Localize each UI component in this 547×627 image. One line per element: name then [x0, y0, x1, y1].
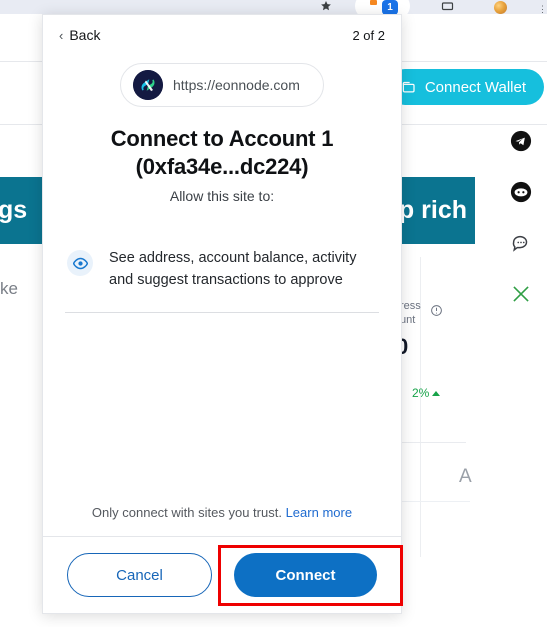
modal-spacer — [43, 313, 401, 505]
modal-footer: Cancel Connect — [43, 536, 401, 613]
address-label-fragment: ress — [400, 300, 421, 312]
screen: 1 ⋮ Connect Wallet gs p rich ke ress unt — [0, 0, 547, 627]
x-twitter-icon[interactable] — [509, 282, 533, 306]
wallet-icon — [401, 80, 417, 95]
wallet-icon-2[interactable] — [441, 0, 455, 14]
learn-more-link[interactable]: Learn more — [286, 505, 352, 520]
chevron-left-icon: ‹ — [59, 27, 64, 43]
percent-change-label: 2% — [412, 386, 430, 400]
chat-bubble-icon[interactable] — [509, 231, 533, 255]
bookmark-star-icon[interactable] — [320, 0, 334, 14]
eye-icon — [67, 250, 93, 277]
connect-button[interactable]: Connect — [234, 553, 377, 597]
modal-title: Connect to Account 1 (0xfa34e...dc224) — [110, 126, 334, 179]
arrow-up-icon — [432, 390, 441, 396]
telegram-icon[interactable] — [509, 129, 533, 153]
connect-wallet-label: Connect Wallet — [424, 78, 526, 96]
card-divider-1 — [400, 442, 466, 443]
percent-change: 2% — [412, 386, 441, 400]
account-label-fragment: unt — [400, 314, 416, 326]
page-counter: 2 of 2 — [352, 27, 385, 43]
permission-text: See address, account balance, activity a… — [109, 250, 357, 289]
site-logo-icon — [133, 70, 163, 100]
permission-item: See address, account balance, activity a… — [67, 248, 377, 292]
trust-text: Only connect with sites you trust. — [91, 505, 282, 520]
browser-toolbar: 1 ⋮ — [0, 0, 547, 19]
modal-header: ‹ Back 2 of 2 — [43, 15, 401, 55]
extension-badge-count[interactable]: 1 — [382, 0, 398, 15]
extension-alert-dot — [370, 0, 377, 5]
back-button[interactable]: ‹ Back — [59, 27, 100, 43]
info-icon[interactable] — [430, 304, 443, 317]
stats-card — [420, 257, 475, 557]
trust-notice: Only connect with sites you trust. Learn… — [43, 505, 401, 536]
site-origin-url: https://eonnode.com — [173, 77, 300, 93]
banner-left-text: gs — [0, 196, 28, 224]
modal-subtitle: Allow this site to: — [169, 188, 275, 205]
stake-label-fragment: ke — [0, 279, 18, 298]
discord-icon[interactable] — [509, 180, 533, 204]
back-label: Back — [69, 27, 101, 43]
text-fragment-a: A — [459, 466, 472, 487]
cancel-button[interactable]: Cancel — [67, 553, 212, 597]
banner-right-text: p rich — [398, 196, 467, 224]
metamask-connect-modal: ‹ Back 2 of 2 https://eonnode.com Connec… — [42, 14, 402, 614]
profile-avatar[interactable] — [494, 1, 507, 14]
social-links-rail — [509, 129, 533, 306]
site-origin-pill: https://eonnode.com — [120, 63, 324, 107]
connect-wallet-button[interactable]: Connect Wallet — [386, 69, 544, 105]
card-divider-2 — [400, 501, 470, 502]
